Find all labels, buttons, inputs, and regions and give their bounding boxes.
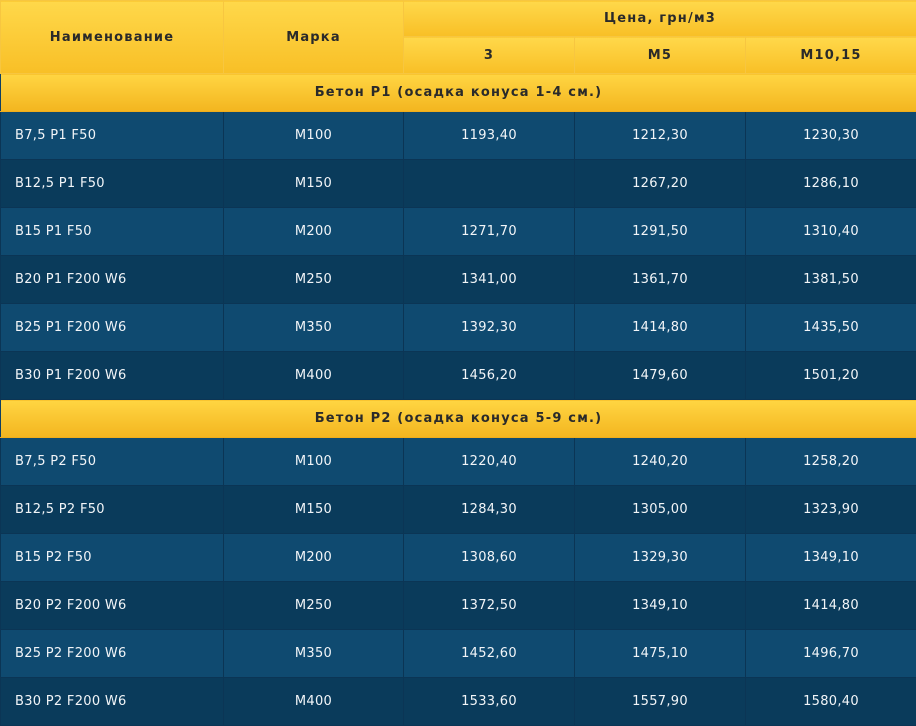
table-row: B30 P1 F200 W6M4001456,201479,601501,20 — [1, 352, 916, 400]
cell-price-m5: 1291,50 — [575, 208, 746, 256]
cell-name: B20 P1 F200 W6 — [1, 256, 224, 304]
column-header-price: Цена, грн/м3 — [404, 1, 916, 37]
cell-price-m10-15: 1349,10 — [746, 534, 916, 582]
price-table: Наименование Марка Цена, грн/м3 3 М5 М10… — [0, 0, 916, 726]
cell-grade: M400 — [224, 678, 404, 726]
group-header-row: Бетон Р2 (осадка конуса 5-9 см.) — [1, 400, 916, 438]
cell-grade: M350 — [224, 630, 404, 678]
cell-price-3: 1220,40 — [404, 438, 575, 486]
cell-price-m5: 1305,00 — [575, 486, 746, 534]
cell-name: B7,5 P2 F50 — [1, 438, 224, 486]
cell-name: B12,5 P1 F50 — [1, 160, 224, 208]
cell-grade: M250 — [224, 256, 404, 304]
cell-price-3: 1456,20 — [404, 352, 575, 400]
table-row: B12,5 P2 F50M1501284,301305,001323,90 — [1, 486, 916, 534]
cell-name: B15 P1 F50 — [1, 208, 224, 256]
table-row: B30 P2 F200 W6M4001533,601557,901580,40 — [1, 678, 916, 726]
table-row: B20 P2 F200 W6M2501372,501349,101414,80 — [1, 582, 916, 630]
cell-price-m5: 1240,20 — [575, 438, 746, 486]
cell-price-3 — [404, 160, 575, 208]
column-header-name: Наименование — [1, 1, 224, 74]
cell-price-m10-15: 1323,90 — [746, 486, 916, 534]
cell-price-m5: 1267,20 — [575, 160, 746, 208]
cell-name: B25 P1 F200 W6 — [1, 304, 224, 352]
cell-price-m10-15: 1310,40 — [746, 208, 916, 256]
cell-price-3: 1308,60 — [404, 534, 575, 582]
cell-grade: M350 — [224, 304, 404, 352]
cell-price-m5: 1414,80 — [575, 304, 746, 352]
cell-price-3: 1271,70 — [404, 208, 575, 256]
cell-price-3: 1193,40 — [404, 112, 575, 160]
cell-price-3: 1372,50 — [404, 582, 575, 630]
cell-price-m5: 1475,10 — [575, 630, 746, 678]
cell-price-m5: 1329,30 — [575, 534, 746, 582]
cell-price-m10-15: 1580,40 — [746, 678, 916, 726]
cell-price-m10-15: 1496,70 — [746, 630, 916, 678]
table-row: B15 P1 F50M2001271,701291,501310,40 — [1, 208, 916, 256]
cell-name: B12,5 P2 F50 — [1, 486, 224, 534]
cell-price-3: 1392,30 — [404, 304, 575, 352]
table-row: B25 P1 F200 W6M3501392,301414,801435,50 — [1, 304, 916, 352]
table-row: B15 P2 F50M2001308,601329,301349,10 — [1, 534, 916, 582]
column-header-price-m5: М5 — [575, 37, 746, 74]
cell-price-m10-15: 1501,20 — [746, 352, 916, 400]
cell-name: B25 P2 F200 W6 — [1, 630, 224, 678]
cell-grade: M150 — [224, 160, 404, 208]
table-row: B12,5 P1 F50M150 1267,201286,10 — [1, 160, 916, 208]
cell-grade: M150 — [224, 486, 404, 534]
cell-price-m10-15: 1435,50 — [746, 304, 916, 352]
column-header-price-3: 3 — [404, 37, 575, 74]
cell-price-3: 1284,30 — [404, 486, 575, 534]
cell-name: B20 P2 F200 W6 — [1, 582, 224, 630]
cell-price-m5: 1479,60 — [575, 352, 746, 400]
cell-price-m10-15: 1414,80 — [746, 582, 916, 630]
cell-name: B7,5 P1 F50 — [1, 112, 224, 160]
cell-grade: M200 — [224, 208, 404, 256]
table-row: B25 P2 F200 W6M3501452,601475,101496,70 — [1, 630, 916, 678]
table-row: B20 P1 F200 W6M2501341,001361,701381,50 — [1, 256, 916, 304]
cell-grade: M200 — [224, 534, 404, 582]
cell-price-m10-15: 1381,50 — [746, 256, 916, 304]
table-body: Бетон Р1 (осадка конуса 1-4 см.)B7,5 P1 … — [1, 74, 916, 726]
cell-price-m5: 1349,10 — [575, 582, 746, 630]
cell-price-m10-15: 1230,30 — [746, 112, 916, 160]
cell-price-3: 1341,00 — [404, 256, 575, 304]
table-row: B7,5 P2 F50M1001220,401240,201258,20 — [1, 438, 916, 486]
cell-price-m5: 1361,70 — [575, 256, 746, 304]
column-header-grade: Марка — [224, 1, 404, 74]
cell-grade: M400 — [224, 352, 404, 400]
cell-name: B15 P2 F50 — [1, 534, 224, 582]
cell-name: B30 P2 F200 W6 — [1, 678, 224, 726]
cell-price-3: 1452,60 — [404, 630, 575, 678]
cell-price-m10-15: 1258,20 — [746, 438, 916, 486]
group-title: Бетон Р2 (осадка конуса 5-9 см.) — [1, 400, 916, 438]
cell-price-m5: 1212,30 — [575, 112, 746, 160]
cell-name: B30 P1 F200 W6 — [1, 352, 224, 400]
group-header-row: Бетон Р1 (осадка конуса 1-4 см.) — [1, 74, 916, 112]
cell-grade: M250 — [224, 582, 404, 630]
table-row: B7,5 P1 F50M1001193,401212,301230,30 — [1, 112, 916, 160]
cell-price-3: 1533,60 — [404, 678, 575, 726]
column-header-price-m10-15: М10,15 — [746, 37, 916, 74]
cell-grade: M100 — [224, 438, 404, 486]
cell-grade: M100 — [224, 112, 404, 160]
cell-price-m10-15: 1286,10 — [746, 160, 916, 208]
cell-price-m5: 1557,90 — [575, 678, 746, 726]
group-title: Бетон Р1 (осадка конуса 1-4 см.) — [1, 74, 916, 112]
